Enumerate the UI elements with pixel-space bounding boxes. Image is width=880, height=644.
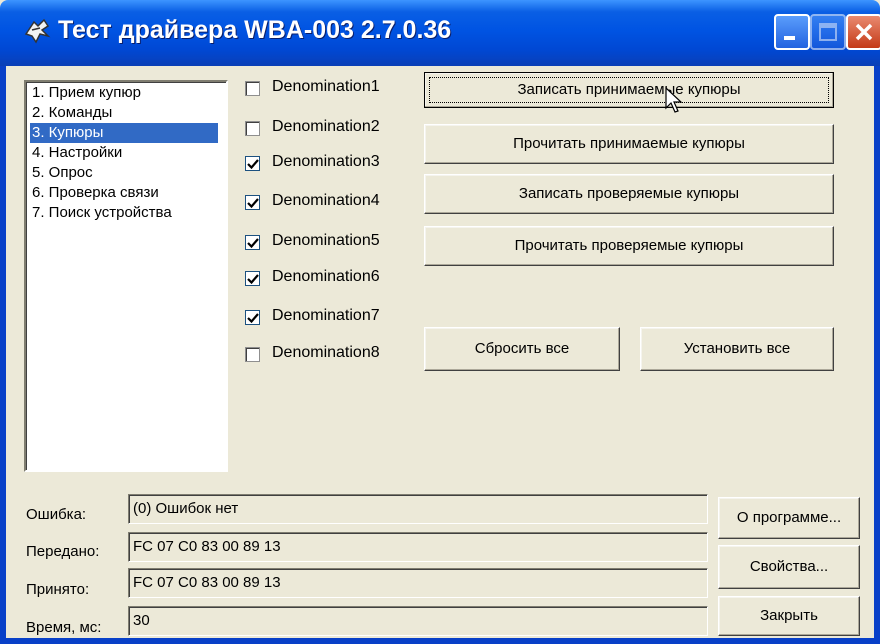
checkbox-label: Denomination7 [272, 307, 380, 324]
window-frame-left [0, 66, 6, 644]
checkbox-box[interactable] [245, 81, 260, 96]
app-icon [24, 18, 51, 44]
close-button[interactable]: Закрыть [718, 596, 860, 636]
checkbox-label: Denomination5 [272, 232, 380, 249]
minimize-button[interactable] [774, 14, 810, 50]
checkbox-label: Denomination3 [272, 153, 380, 170]
checkbox-label: Denomination2 [272, 118, 380, 135]
button-label: Прочитать принимаемые купюры [513, 135, 745, 152]
checkbox-box[interactable] [245, 156, 260, 171]
list-item-connection-check[interactable]: 6. Проверка связи [30, 183, 218, 203]
minimize-icon [784, 36, 795, 40]
checkbox-label: Denomination8 [272, 344, 380, 361]
button-label: Установить все [683, 340, 791, 357]
properties-button[interactable]: Свойства... [718, 545, 860, 589]
checkbox-box[interactable] [245, 195, 260, 210]
mouse-pointer-icon [665, 86, 683, 113]
button-label: Записать проверяемые купюры [518, 185, 740, 202]
main-window: Тест драйвера WBA-003 2.7.0.36 1. Прием … [0, 0, 880, 644]
read-checked-notes-button[interactable]: Прочитать проверяемые купюры [424, 226, 834, 266]
window-title: Тест драйвера WBA-003 2.7.0.36 [58, 16, 452, 44]
checkmark-icon [247, 274, 259, 285]
write-checked-notes-button[interactable]: Записать проверяемые купюры [424, 174, 834, 214]
error-label: Ошибка: [26, 506, 87, 523]
list-item-poll[interactable]: 5. Опрос [30, 163, 218, 183]
about-button[interactable]: О программе... [718, 497, 860, 539]
window-frame-bottom [0, 638, 880, 644]
checkmark-icon [247, 159, 259, 170]
time-label: Время, мс: [26, 619, 102, 636]
checkmark-icon [247, 313, 259, 324]
checkmark-icon [247, 198, 259, 209]
list-item-commands[interactable]: 2. Команды [30, 103, 218, 123]
title-bar[interactable]: Тест драйвера WBA-003 2.7.0.36 [0, 0, 880, 66]
read-accepted-notes-button[interactable]: Прочитать принимаемые купюры [424, 124, 834, 164]
checkbox-label: Denomination1 [272, 78, 380, 95]
list-item-accept-notes[interactable]: 1. Прием купюр [30, 83, 218, 103]
button-label: Закрыть [760, 607, 818, 624]
time-field[interactable]: 30 [128, 606, 708, 636]
list-item-notes[interactable]: 3. Купюры [30, 123, 218, 143]
checkbox-label: Denomination4 [272, 192, 380, 209]
sent-label: Передано: [26, 543, 100, 560]
list-item-device-search[interactable]: 7. Поиск устройства [30, 203, 218, 223]
checkbox-box[interactable] [245, 310, 260, 325]
section-listbox[interactable]: 1. Прием купюр 2. Команды 3. Купюры 4. Н… [24, 80, 228, 472]
received-field[interactable]: FC 07 C0 83 00 89 13 [128, 568, 708, 598]
maximize-icon [819, 23, 837, 41]
checkbox-box[interactable] [245, 235, 260, 250]
button-label: Свойства... [749, 558, 829, 575]
received-label: Принято: [26, 581, 90, 598]
checkbox-box[interactable] [245, 347, 260, 362]
checkbox-box[interactable] [245, 271, 260, 286]
reset-all-button[interactable]: Сбросить все [424, 327, 620, 371]
button-label: О программе... [736, 509, 842, 526]
checkbox-label: Denomination6 [272, 268, 380, 285]
close-icon [855, 23, 873, 41]
write-accepted-notes-button[interactable]: Записать принимаемые купюры [424, 72, 834, 108]
sent-field[interactable]: FC 07 C0 83 00 89 13 [128, 532, 708, 562]
checkbox-box[interactable] [245, 121, 260, 136]
button-label: Сбросить все [474, 340, 570, 357]
checkmark-icon [247, 238, 259, 249]
set-all-button[interactable]: Установить все [640, 327, 834, 371]
close-window-button[interactable] [846, 14, 880, 50]
window-frame-right [874, 66, 880, 644]
maximize-button[interactable] [810, 14, 846, 50]
error-field[interactable]: (0) Ошибок нет [128, 494, 708, 524]
focus-rectangle [429, 77, 829, 103]
button-label: Прочитать проверяемые купюры [514, 237, 744, 254]
list-item-settings[interactable]: 4. Настройки [30, 143, 218, 163]
